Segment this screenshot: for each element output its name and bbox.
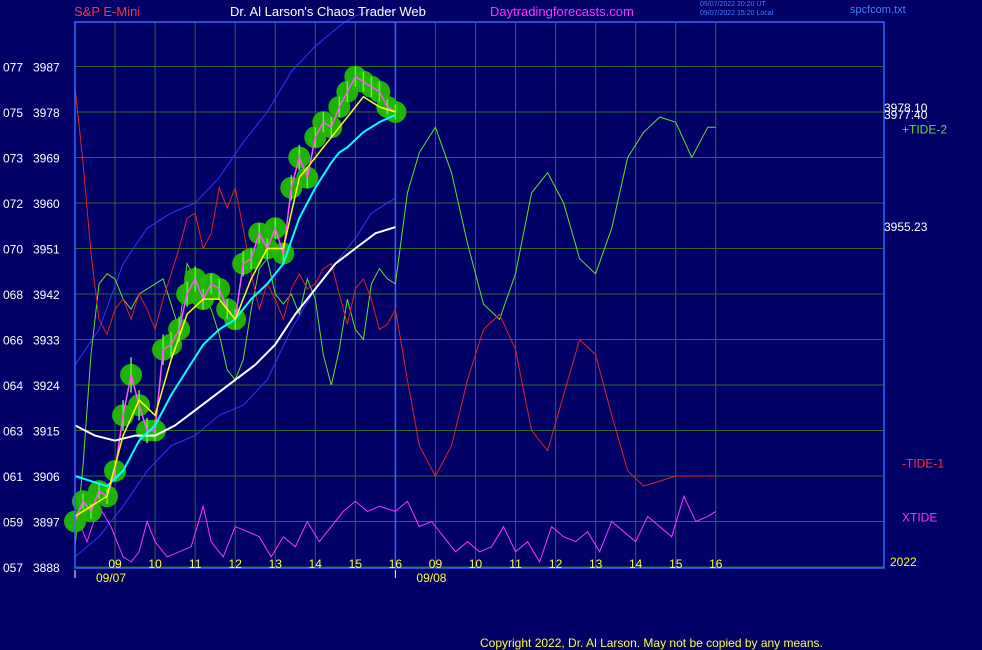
x-tick-label-2: 11 — [189, 557, 202, 571]
copyright-notice: Copyright 2022, Dr. Al Larson. May not b… — [480, 636, 823, 650]
x-tick-label-11: 12 — [549, 557, 563, 571]
y-price-label-11: 3888 — [33, 561, 60, 575]
y-price-label-0: 3987 — [33, 61, 60, 75]
y-code-label-6: 066 — [3, 334, 23, 348]
series-label-0: +TIDE-2 — [902, 123, 947, 137]
y-price-label-6: 3933 — [33, 334, 60, 348]
right-value-label-2: 3955.23 — [884, 220, 928, 234]
y-price-label-5: 3942 — [33, 288, 60, 302]
author-title: Dr. Al Larson's Chaos Trader Web — [230, 4, 426, 19]
y-code-label-0: 077 — [3, 61, 23, 75]
y-code-label-1: 075 — [3, 106, 23, 120]
x-tick-label-1: 10 — [148, 557, 162, 571]
x-tick-label-14: 15 — [669, 557, 683, 571]
y-price-label-8: 3915 — [33, 425, 60, 439]
data-file-name: spcfcom.txt — [850, 4, 906, 16]
x-tick-label-9: 10 — [469, 557, 483, 571]
x-tick-label-3: 12 — [229, 557, 243, 571]
x-tick-label-15: 16 — [709, 557, 723, 571]
y-code-label-4: 070 — [3, 243, 23, 257]
timestamp-utc: 09/07/2022 20:20 UT — [700, 1, 766, 8]
x-tick-label-13: 14 — [629, 557, 643, 571]
x-tick-label-4: 13 — [269, 557, 283, 571]
y-code-label-8: 063 — [3, 425, 23, 439]
y-code-label-10: 059 — [3, 516, 23, 530]
chaos-chart: 077 3987 075 3978 073 3969 072 3960 070 3951 068 39… — [3, 10, 947, 585]
year-label: 2022 — [890, 555, 917, 569]
y-code-label-3: 072 — [3, 197, 23, 211]
y-code-label-9: 061 — [3, 470, 23, 484]
y-price-label-2: 3969 — [33, 152, 60, 166]
x-tick-label-10: 11 — [509, 557, 522, 571]
date-label-0: 09/07 — [96, 571, 126, 585]
y-price-label-7: 3924 — [33, 379, 60, 393]
y-price-label-9: 3906 — [33, 470, 60, 484]
y-code-label-2: 073 — [3, 152, 23, 166]
series-label-1: -TIDE-1 — [902, 456, 944, 470]
x-tick-label-6: 15 — [349, 557, 363, 571]
x-tick-label-12: 13 — [589, 557, 603, 571]
date-label-1: 09/08 — [416, 571, 446, 585]
timestamp-local: 09/07/2022 15:20 Local — [700, 10, 774, 17]
x-tick-label-5: 14 — [309, 557, 323, 571]
y-price-label-4: 3951 — [33, 243, 60, 257]
site-link[interactable]: Daytradingforecasts.com — [490, 4, 634, 19]
y-price-label-10: 3897 — [33, 516, 60, 530]
y-code-label-5: 068 — [3, 288, 23, 302]
y-code-label-11: 057 — [3, 561, 23, 575]
x-tick-label-7: 16 — [389, 557, 403, 571]
x-tick-label-0: 09 — [108, 557, 122, 571]
y-price-label-1: 3978 — [33, 106, 60, 120]
symbol-title: S&P E-Mini — [74, 4, 141, 19]
y-price-label-3: 3960 — [33, 197, 60, 211]
x-tick-label-8: 09 — [429, 557, 443, 571]
series-label-2: XTIDE — [902, 510, 937, 524]
y-code-label-7: 064 — [3, 379, 23, 393]
right-value-label-1: 3977.40 — [884, 108, 928, 122]
